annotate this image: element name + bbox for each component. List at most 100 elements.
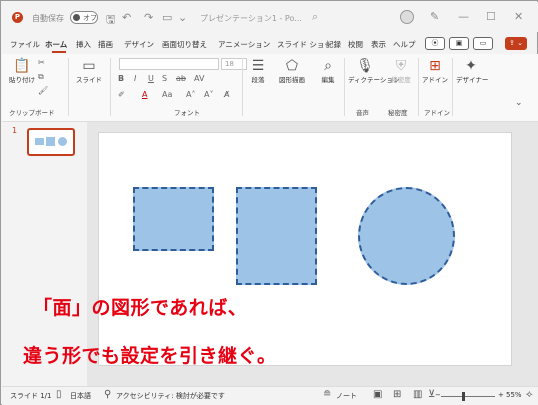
search-icon[interactable]: ⌕ [312,10,318,24]
tab-help[interactable]: ヘルプ [393,39,416,50]
normal-view-icon[interactable]: ▣ [373,389,382,400]
tab-slideshow[interactable]: スライド ショー [277,39,332,50]
zoom-level[interactable]: 55% [506,391,522,399]
clipboard-group-label: クリップボード [9,109,55,117]
autosave-toggle[interactable]: オフ [70,11,98,24]
powerpoint-window: P 自動保存 オフ 🖫 ↶ ↷ ▭ ⌄ プレゼンテーション1 - Po... ⌕… [0,0,538,405]
tab-file[interactable]: ファイル [10,39,40,50]
sensitivity-button[interactable]: ⛨ 秘密度 [388,58,414,84]
magnifier-icon: ⌕ [324,58,332,74]
format-painter-icon[interactable]: 🖌 [38,86,48,95]
underline-button[interactable]: U [148,74,154,83]
strikethrough-button[interactable]: ab [176,74,186,83]
tab-transitions[interactable]: 画面切り替え [162,39,207,50]
user-avatar[interactable] [400,10,414,24]
voice-group-label: 音声 [356,109,369,117]
tab-animations[interactable]: アニメーション [218,39,270,50]
powerpoint-logo-icon: P [12,12,23,23]
paragraph-icon: ☰ [251,58,265,74]
group-divider [242,58,243,116]
group-divider [344,58,345,116]
font-color-button[interactable]: A [142,90,147,99]
clear-format-icon[interactable]: A̸ [224,90,229,99]
italic-button[interactable]: I [134,74,136,83]
cut-icon[interactable]: ✂ [38,58,45,67]
slide-canvas[interactable]: 「面」の図形であれば、 違う形でも設定を引き継ぐ。 [23,132,512,367]
tab-insert[interactable]: 挿入 [76,39,91,50]
spellcheck-icon[interactable]: ▯ [56,389,62,400]
notes-icon[interactable]: ≘ [323,389,331,400]
caption-line-2: 違う形でも設定を引き継ぐ。 [23,345,277,367]
fit-to-window-icon[interactable]: ⟡ [526,389,533,400]
slide-editing-area: 「面」の図形であれば、 違う形でも設定を引き継ぐ。 [23,122,538,386]
collapse-ribbon-icon[interactable]: ⌄ [515,98,523,108]
accessibility-icon[interactable]: ⚲ [104,389,111,400]
accessibility-status[interactable]: アクセシビリティ: 検討が必要です [116,391,225,401]
font-group-label: フォント [174,109,200,117]
sensitivity-label: 秘密度 [391,76,411,84]
font-size-box[interactable]: 18 [221,58,247,70]
highlight-color-button[interactable]: ✐ [118,90,125,99]
maximize-icon[interactable]: ☐ [486,10,496,23]
present-button[interactable]: ▣ [449,37,469,50]
tab-home[interactable]: ホーム [45,39,67,50]
tab-draw[interactable]: 描画 [98,39,113,50]
dictate-button[interactable]: 🎙 ディクテーション [348,58,399,84]
save-icon[interactable]: 🖫 [106,11,115,30]
shapes-button[interactable]: ⬠ 図形描画 [274,58,310,84]
designer-icon: ✦ [465,58,477,74]
thumb-shape-square [35,138,44,145]
record-button[interactable]: ⦿ [425,37,445,50]
zoom-slider[interactable] [441,396,495,397]
slide-sorter-icon[interactable]: ⊞ [393,389,401,400]
copy-icon[interactable]: ⧉ [38,72,44,82]
edit-button[interactable]: ⌕ 編集 [314,58,342,84]
edit-label: 編集 [321,76,335,84]
tab-record[interactable]: 記録 [326,39,341,50]
designer-button[interactable]: ✦ デザイナー [456,58,488,84]
char-spacing-button[interactable]: AV [194,74,204,83]
title-bar: P 自動保存 オフ 🖫 ↶ ↷ ▭ ⌄ プレゼンテーション1 - Po... ⌕… [2,2,538,32]
zoom-out-button[interactable]: − [435,391,441,399]
shadow-button[interactable]: S [162,74,167,83]
shape-rectangle-wide[interactable] [133,187,214,251]
microphone-icon: 🎙 [356,58,374,74]
tab-view[interactable]: 表示 [371,39,386,50]
language-indicator[interactable]: 日本語 [70,391,91,401]
shapes-label: 図形描画 [279,76,305,84]
slide-thumbnail[interactable] [27,128,75,156]
zoom-slider-handle[interactable] [462,392,465,401]
shape-circle[interactable] [358,187,455,285]
change-case-button[interactable]: Aa [162,90,172,99]
notes-button[interactable]: ノート [336,391,357,401]
close-icon[interactable]: ✕ [514,10,523,23]
comments-button[interactable]: ▭ [473,37,493,50]
share-button[interactable]: ⇪ ⌄ [505,37,527,50]
grow-font-button[interactable]: A˄ [186,90,195,99]
font-name-box[interactable] [119,58,219,70]
slide-label: スライド [76,76,102,84]
paste-button[interactable]: 📋 貼り付け [8,58,36,84]
reading-view-icon[interactable]: ▥ [413,389,422,400]
start-slideshow-icon[interactable]: ▭ [162,11,172,24]
pen-icon[interactable]: ✎ [430,10,439,23]
tab-design[interactable]: デザイン [124,39,154,50]
minimize-icon[interactable]: — [458,10,469,23]
addin-group-label: アドイン [424,109,450,117]
thumb-shape-rect [46,137,55,146]
addins-button[interactable]: ⊞ アドイン [422,58,448,84]
addin-label: アドイン [422,76,448,84]
undo-icon[interactable]: ↶ [122,11,131,24]
shape-rectangle-tall[interactable] [236,187,317,285]
customize-toolbar-icon[interactable]: ⌄ [178,11,187,24]
redo-icon[interactable]: ↷ [144,11,153,24]
shrink-font-button[interactable]: A˅ [204,90,213,99]
status-bar: スライド 1/1 ▯ 日本語 ⚲ アクセシビリティ: 検討が必要です ≘ ノート… [2,386,538,405]
bold-button[interactable]: B [118,74,124,83]
new-slide-button[interactable]: ▭ スライド [74,58,104,84]
paragraph-button[interactable]: ☰ 段落 [246,58,270,84]
sensitivity-group-label: 秘密度 [388,109,408,117]
paste-label: 貼り付け [9,76,35,84]
zoom-in-button[interactable]: + [498,391,504,399]
tab-review[interactable]: 校閲 [348,39,363,50]
